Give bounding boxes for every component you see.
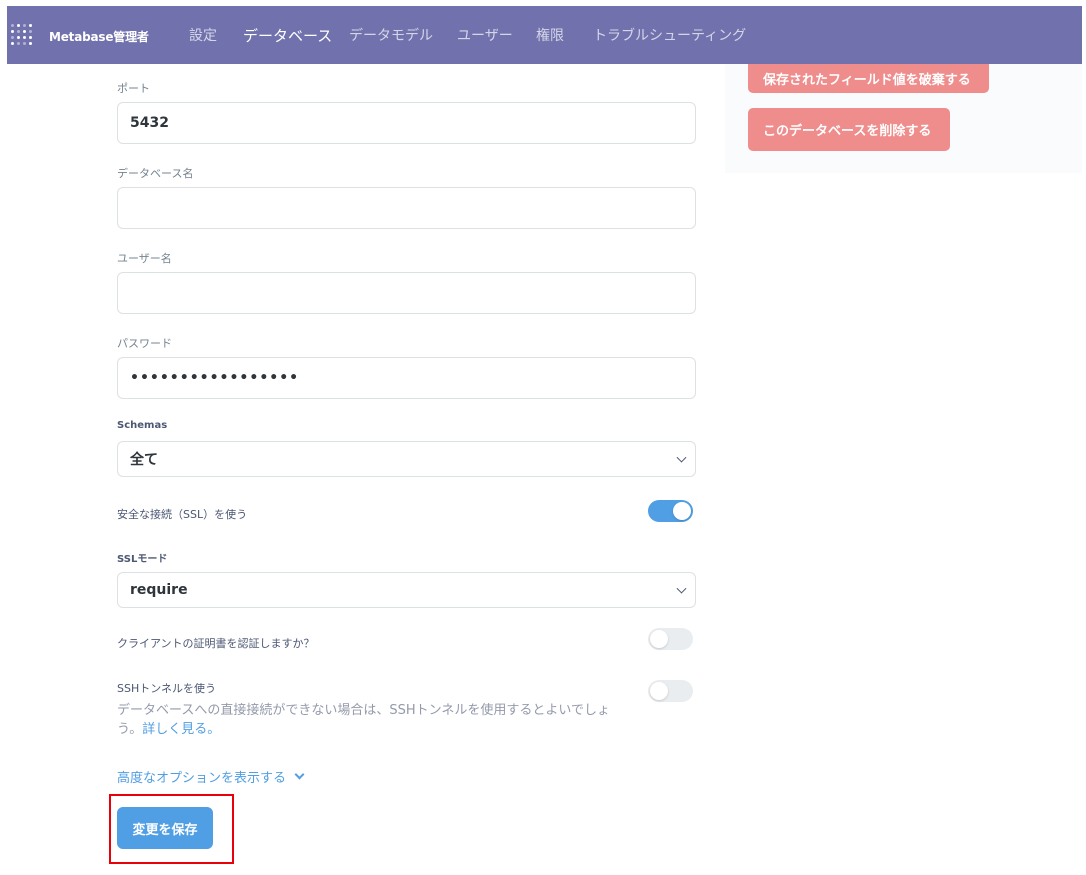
- nav-item-users[interactable]: ユーザー: [457, 25, 513, 45]
- show-advanced-options-toggle[interactable]: 高度なオプションを表示する: [117, 767, 305, 786]
- ssl-mode-selected-value: require: [130, 582, 188, 598]
- port-input[interactable]: 5432: [117, 102, 696, 144]
- chevron-down-icon: [676, 583, 687, 594]
- ssl-toggle[interactable]: [648, 500, 693, 522]
- highlight-box: [109, 794, 234, 864]
- username-input[interactable]: [117, 272, 696, 314]
- db-name-label: データベース名: [117, 167, 194, 180]
- chevron-down-icon: [294, 769, 305, 780]
- toggle-knob: [650, 682, 668, 700]
- schemas-selected-value: 全て: [130, 452, 158, 468]
- db-name-input[interactable]: [117, 187, 696, 229]
- brand-title: Metabase管理者: [49, 30, 149, 44]
- schemas-label: Schemas: [117, 420, 168, 431]
- ssl-mode-select[interactable]: require: [117, 572, 696, 608]
- ssl-label: 安全な接続（SSL）を使う: [117, 508, 248, 521]
- ssh-tunnel-toggle[interactable]: [648, 680, 693, 702]
- discard-field-values-button[interactable]: 保存されたフィールド値を破棄する: [748, 64, 989, 93]
- client-cert-label: クライアントの証明書を認証しますか？: [117, 637, 315, 650]
- chevron-down-icon: [676, 452, 687, 463]
- top-navigation-bar: Metabase管理者 設定 データベース データモデル ユーザー 権限 トラブ…: [7, 6, 1082, 64]
- delete-database-button[interactable]: このデータベースを削除する: [748, 108, 950, 151]
- nav-item-databases[interactable]: データベース: [243, 25, 332, 46]
- toggle-knob: [650, 630, 668, 648]
- toggle-knob: [673, 502, 691, 520]
- nav-item-permissions[interactable]: 権限: [536, 25, 564, 45]
- nav-item-troubleshooting[interactable]: トラブルシューティング: [593, 25, 746, 45]
- advanced-options-label: 高度なオプションを表示する: [117, 771, 287, 786]
- metabase-logo-icon[interactable]: [11, 24, 35, 46]
- ssh-tunnel-description: データベースへの直接接続ができない場合は、SSHトンネルを使用するとよいでしょう…: [117, 701, 617, 739]
- nav-item-data-model[interactable]: データモデル: [349, 25, 433, 45]
- nav-item-settings[interactable]: 設定: [189, 25, 217, 45]
- schemas-select[interactable]: 全て: [117, 441, 696, 477]
- password-label: パスワード: [117, 337, 172, 350]
- ssh-tunnel-label: SSHトンネルを使う: [117, 682, 217, 695]
- learn-more-link[interactable]: 詳しく見る。: [142, 722, 220, 737]
- password-input[interactable]: •••••••••••••••••: [117, 357, 696, 399]
- port-label: ポート: [117, 82, 150, 95]
- client-cert-toggle[interactable]: [648, 628, 693, 650]
- ssl-mode-label: SSLモード: [117, 554, 168, 565]
- username-label: ユーザー名: [117, 252, 172, 265]
